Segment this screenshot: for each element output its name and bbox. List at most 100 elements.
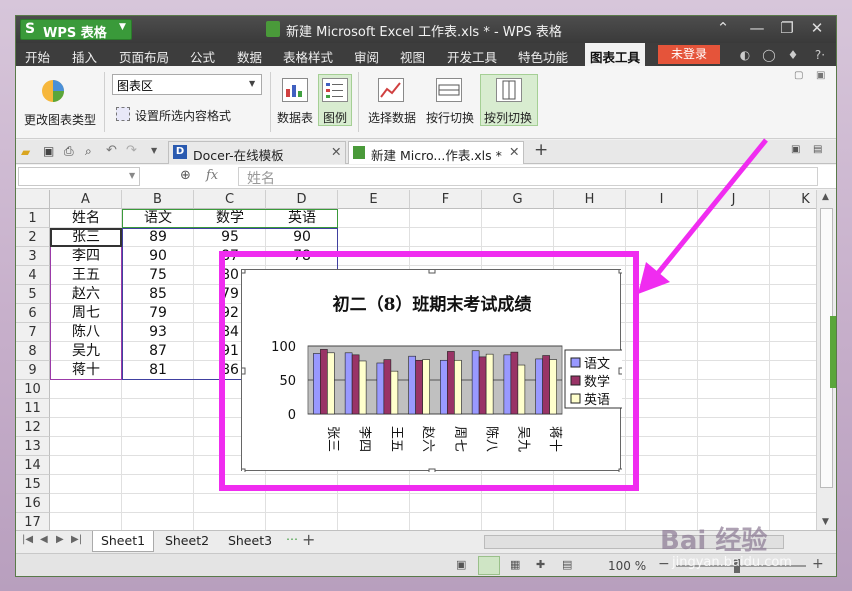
- select-data-button[interactable]: 选择数据: [368, 109, 416, 126]
- side-panel-toggle[interactable]: [830, 316, 836, 388]
- close-tab-icon[interactable]: ✕: [331, 144, 341, 159]
- save-status-icon[interactable]: ▣: [456, 558, 466, 571]
- row-header-3[interactable]: 3: [16, 247, 50, 266]
- mail-icon[interactable]: ◯: [762, 48, 776, 62]
- row-header-14[interactable]: 14: [16, 456, 50, 475]
- row-header-13[interactable]: 13: [16, 437, 50, 456]
- shirt-icon[interactable]: ♦: [786, 48, 800, 62]
- wps-app-button[interactable]: S WPS 表格 ▼: [20, 19, 132, 41]
- column-header-d[interactable]: D: [266, 190, 338, 209]
- ribbon-options-icon[interactable]: ▢: [794, 70, 803, 81]
- chart-element-select[interactable]: 图表区 ▼: [112, 74, 262, 95]
- redo-icon[interactable]: ↷: [126, 143, 137, 158]
- menu-review[interactable]: 审阅: [354, 47, 379, 66]
- close-tab-icon[interactable]: ✕: [509, 144, 519, 159]
- row-header-1[interactable]: 1: [16, 209, 50, 228]
- menu-page-layout[interactable]: 页面布局: [119, 47, 169, 66]
- fx-icon[interactable]: fx: [206, 168, 218, 183]
- row-header-11[interactable]: 11: [16, 399, 50, 418]
- row-header-2[interactable]: 2: [16, 228, 50, 247]
- page-break-view-icon[interactable]: ✚: [536, 558, 545, 571]
- tab-docer-templates[interactable]: D Docer-在线模板 ✕: [168, 141, 346, 164]
- zoom-out-icon[interactable]: −: [658, 556, 670, 572]
- normal-view-button[interactable]: [478, 556, 500, 575]
- tab-list-icon[interactable]: ▣: [791, 144, 800, 155]
- row-header-12[interactable]: 12: [16, 418, 50, 437]
- data-table-icon[interactable]: [282, 78, 308, 102]
- sheet-tab-1[interactable]: Sheet1: [92, 531, 154, 552]
- data-table-button[interactable]: 数据表: [277, 109, 313, 126]
- scroll-down-icon[interactable]: ▼: [822, 517, 829, 527]
- zoom-in-icon[interactable]: +: [812, 556, 824, 572]
- row-header-9[interactable]: 9: [16, 361, 50, 380]
- select-data-icon[interactable]: [378, 78, 404, 102]
- format-selection-button[interactable]: 设置所选内容格式: [135, 107, 231, 124]
- menu-view[interactable]: 视图: [400, 47, 425, 66]
- new-tab-icon[interactable]: +: [534, 140, 548, 160]
- tab-workbook[interactable]: 新建 Micro...作表.xls * ✕: [348, 141, 524, 164]
- menu-data[interactable]: 数据: [237, 47, 262, 66]
- help-icon[interactable]: ?·: [808, 48, 832, 62]
- last-sheet-icon[interactable]: ▶|: [71, 534, 82, 545]
- sheet-tab-2[interactable]: Sheet2: [156, 531, 218, 552]
- menu-developer[interactable]: 开发工具: [447, 47, 497, 66]
- print-icon[interactable]: ⎙: [64, 144, 74, 159]
- change-chart-type-icon[interactable]: [40, 78, 66, 104]
- close-button[interactable]: ✕: [806, 19, 828, 39]
- row-header-5[interactable]: 5: [16, 285, 50, 304]
- name-box[interactable]: ▼: [18, 167, 140, 186]
- row-header-8[interactable]: 8: [16, 342, 50, 361]
- row-header-7[interactable]: 7: [16, 323, 50, 342]
- ribbon-collapse-icon[interactable]: ⌃: [712, 19, 734, 39]
- next-sheet-icon[interactable]: ▶: [56, 534, 64, 545]
- row-header-10[interactable]: 10: [16, 380, 50, 399]
- first-sheet-icon[interactable]: |◀: [22, 534, 33, 545]
- cell-header-1[interactable]: 姓名: [50, 209, 122, 228]
- menu-insert[interactable]: 插入: [72, 47, 97, 66]
- column-header-c[interactable]: C: [194, 190, 266, 209]
- restore-button[interactable]: ❐: [776, 19, 798, 39]
- menu-features[interactable]: 特色功能: [518, 47, 568, 66]
- zoom-formula-icon[interactable]: ⊕: [180, 168, 191, 183]
- row-header-6[interactable]: 6: [16, 304, 50, 323]
- menu-formula[interactable]: 公式: [190, 47, 215, 66]
- sheet-tab-3[interactable]: Sheet3: [219, 531, 281, 552]
- change-chart-type-button[interactable]: 更改图表类型: [24, 111, 96, 128]
- switch-row-icon[interactable]: [436, 78, 462, 102]
- column-header-b[interactable]: B: [122, 190, 194, 209]
- menu-table-style[interactable]: 表格样式: [283, 47, 333, 66]
- undo-icon[interactable]: ↶: [106, 143, 117, 158]
- menu-chart-tools[interactable]: 图表工具: [590, 47, 641, 68]
- row-header-17[interactable]: 17: [16, 513, 50, 530]
- column-header-g[interactable]: G: [482, 190, 554, 209]
- column-header-h[interactable]: H: [554, 190, 626, 209]
- skin-icon[interactable]: ◐: [738, 48, 752, 62]
- row-header-15[interactable]: 15: [16, 475, 50, 494]
- row-header-16[interactable]: 16: [16, 494, 50, 513]
- quick-access-menu-icon[interactable]: ▼: [151, 146, 157, 155]
- switch-column-button[interactable]: 按列切换: [484, 109, 532, 126]
- minimize-button[interactable]: —: [746, 19, 768, 39]
- legend-icon[interactable]: [322, 78, 348, 102]
- select-all-corner[interactable]: [16, 190, 50, 209]
- row-header-4[interactable]: 4: [16, 266, 50, 285]
- add-sheet-icon[interactable]: +: [302, 530, 315, 549]
- save-icon[interactable]: ▣: [43, 144, 54, 158]
- column-header-f[interactable]: F: [410, 190, 482, 209]
- ribbon-expand-icon[interactable]: ▣: [816, 70, 825, 81]
- column-header-a[interactable]: A: [50, 190, 122, 209]
- active-cell[interactable]: [50, 228, 122, 247]
- switch-column-icon[interactable]: [496, 78, 522, 102]
- menu-start[interactable]: 开始: [25, 47, 50, 66]
- open-folder-icon[interactable]: ▰: [21, 145, 30, 159]
- tab-menu-icon[interactable]: ▤: [813, 144, 822, 155]
- prev-sheet-icon[interactable]: ◀: [40, 534, 48, 545]
- print-preview-icon[interactable]: ⌕: [85, 144, 92, 159]
- reading-view-icon[interactable]: ▤: [562, 558, 572, 571]
- login-button[interactable]: 未登录: [658, 45, 720, 64]
- page-layout-view-icon[interactable]: ▦: [510, 558, 520, 571]
- column-header-e[interactable]: E: [338, 190, 410, 209]
- legend-button[interactable]: 图例: [323, 109, 347, 126]
- switch-row-button[interactable]: 按行切换: [426, 109, 474, 126]
- more-sheets-icon[interactable]: ⋯: [286, 532, 298, 546]
